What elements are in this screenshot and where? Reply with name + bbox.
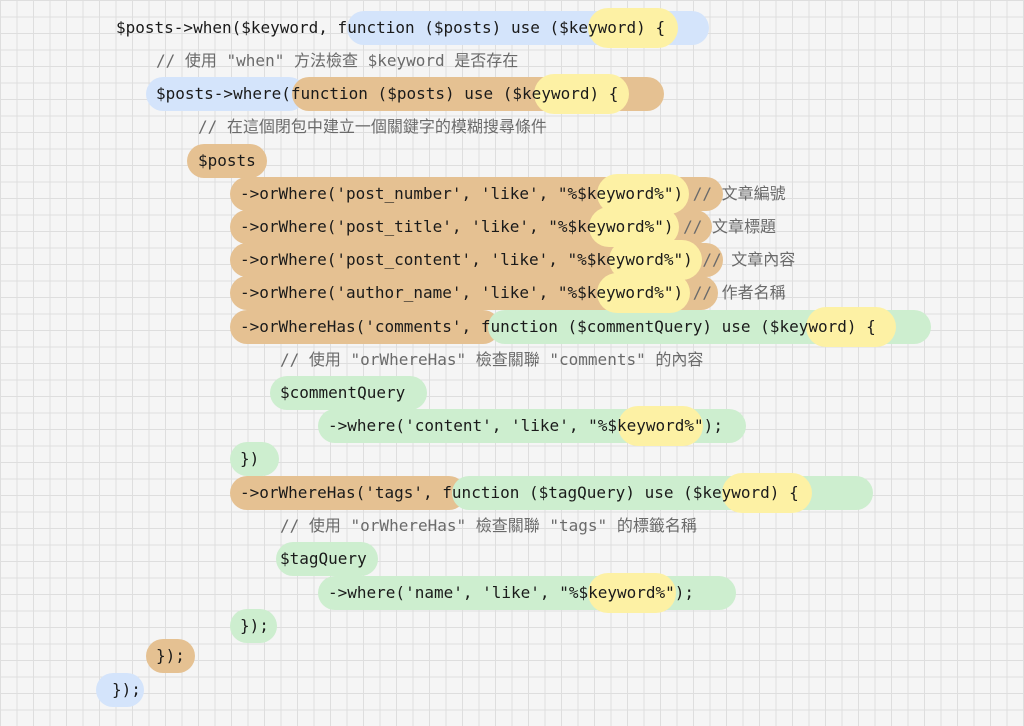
code-line: $posts->when($keyword, function ($posts)… xyxy=(116,18,666,37)
inline-comment: // 文章標題 xyxy=(673,217,777,236)
code-line: ->orWhereHas('comments', function ($comm… xyxy=(240,317,876,336)
code-line: ->orWhere('author_name', 'like', "%$keyw… xyxy=(240,283,786,302)
code-canvas: $posts->when($keyword, function ($posts)… xyxy=(0,0,1024,726)
code-comment-line: // 使用 "orWhereHas" 檢查關聯 "tags" 的標籤名稱 xyxy=(280,516,697,535)
inline-comment: // 作者名稱 xyxy=(683,283,786,302)
code-comment-line: // 使用 "orWhereHas" 檢查關聯 "comments" 的內容 xyxy=(280,350,704,369)
code-line: ->orWhere('post_title', 'like', "%$keywo… xyxy=(240,217,777,236)
inline-comment: // 文章編號 xyxy=(683,184,786,203)
inline-comment: // 文章內容 xyxy=(692,250,796,269)
code-line: ->orWhere('post_number', 'like', "%$keyw… xyxy=(240,184,786,203)
code-line: $tagQuery xyxy=(280,549,367,568)
code-line: }); xyxy=(240,616,269,635)
code-comment-line: // 在這個閉包中建立一個關鍵字的模糊搜尋條件 xyxy=(198,117,547,136)
code-line: ->where('content', 'like', "%$keyword%")… xyxy=(328,416,723,435)
code-comment-line: // 使用 "when" 方法檢查 $keyword 是否存在 xyxy=(156,51,519,70)
code-line: $posts->where(function ($posts) use ($ke… xyxy=(156,84,619,103)
code-line: ->orWhereHas('tags', function ($tagQuery… xyxy=(240,483,799,502)
code-line: ->where('name', 'like', "%$keyword%"); xyxy=(328,583,695,602)
code-line: }); xyxy=(156,646,185,665)
code-line: $posts xyxy=(198,151,256,170)
code-line: ->orWhere('post_content', 'like', "%$key… xyxy=(240,250,796,269)
code-line: }); xyxy=(112,680,141,699)
code-line: }) xyxy=(240,449,260,468)
code-line: $commentQuery xyxy=(280,383,406,402)
